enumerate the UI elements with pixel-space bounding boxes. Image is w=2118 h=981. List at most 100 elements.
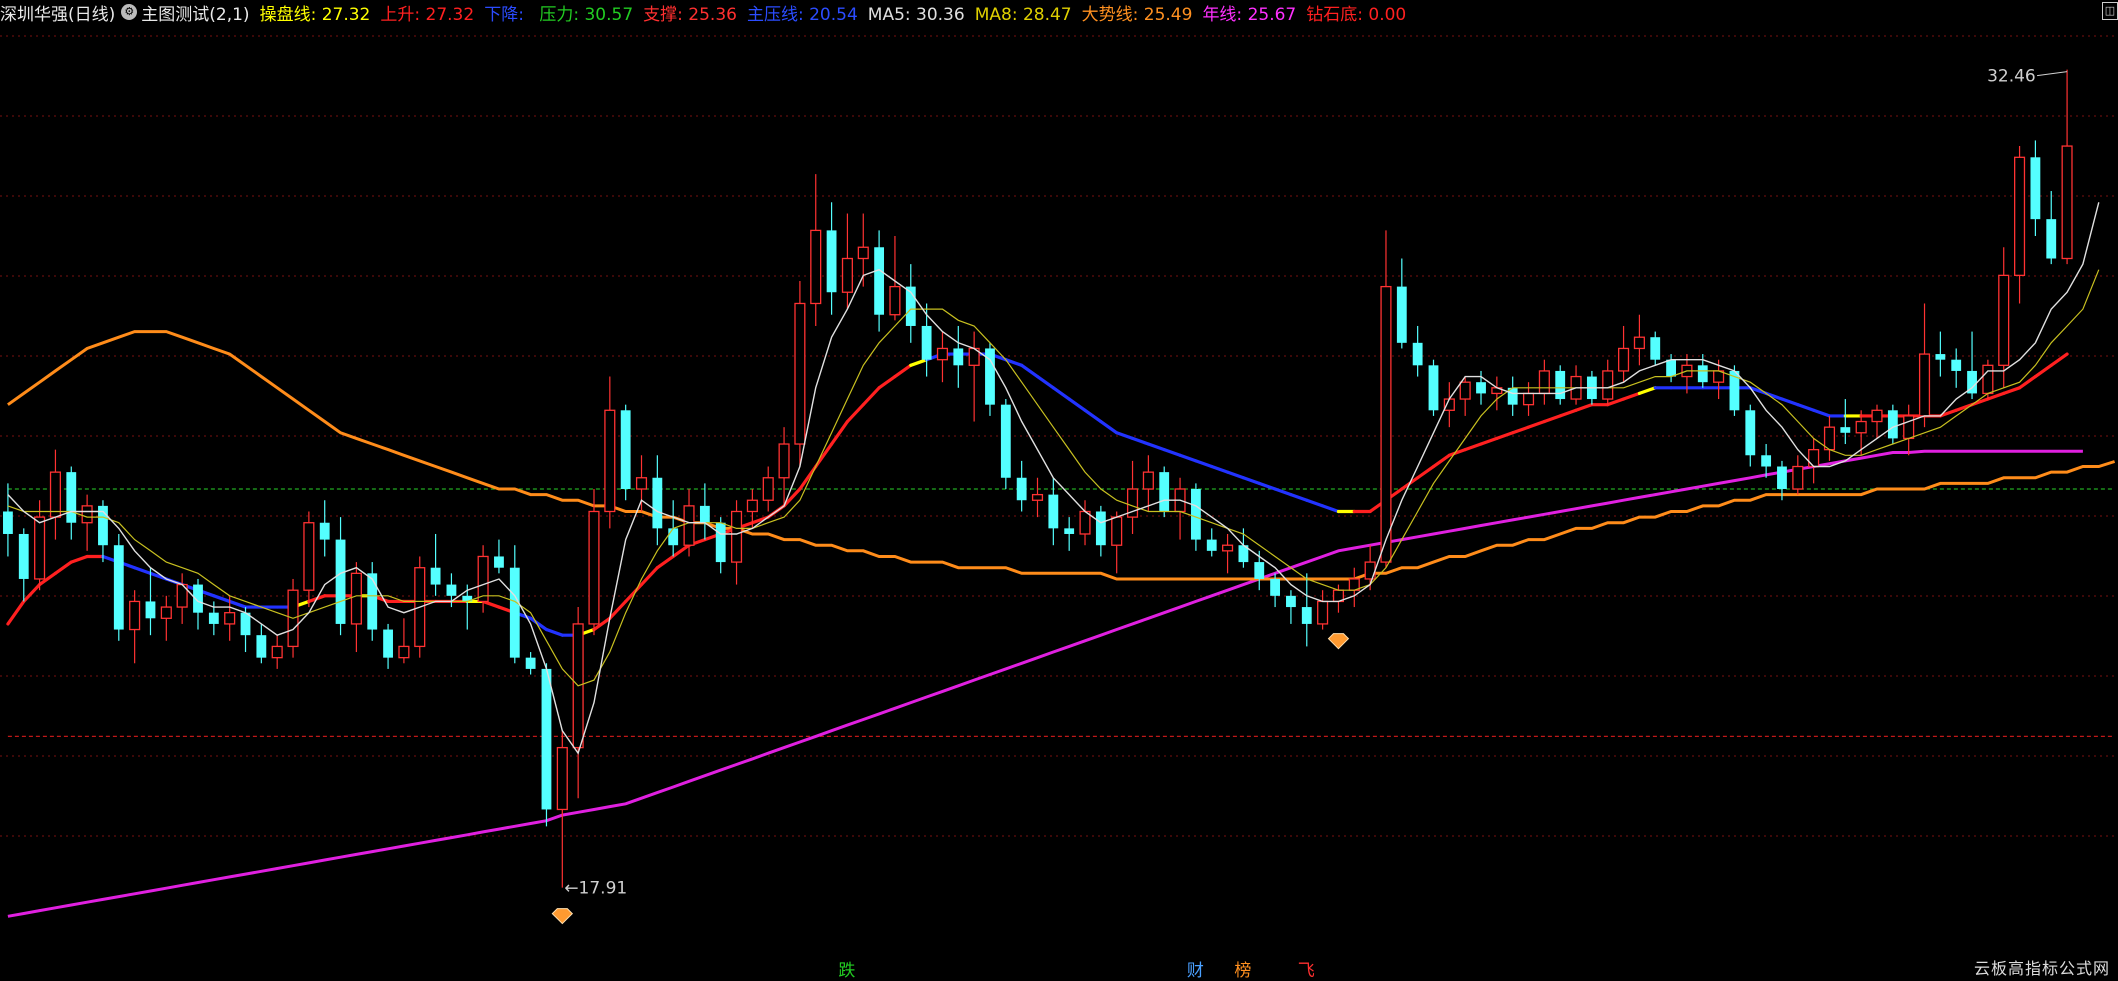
candle-body [477,555,489,603]
trend-segment [1241,476,1261,485]
trend-segment [1511,425,1531,435]
candle-body [1935,354,1946,360]
candle-body [1190,489,1201,540]
candle-body [1761,455,1772,467]
trend-segment [829,419,850,446]
candle-body [1666,359,1676,377]
candle-body [1951,359,1962,371]
min-price-label: ←17.91 [564,879,627,899]
trend-segment [671,543,691,559]
candle-body [2061,145,2073,260]
trend-segment [1812,408,1832,418]
candle-body [1476,382,1486,394]
candle-body [319,522,330,540]
bottom-marker-2: 榜 [1234,961,1251,981]
candle-body [1159,472,1170,512]
candle-body [936,347,949,361]
trend-segment [1225,470,1246,480]
trend-segment [1083,408,1103,424]
trend-segment [1210,464,1230,474]
trend-segment [53,560,73,575]
candle-body [652,477,663,529]
trend-segment [1606,397,1626,407]
candle-body [1998,274,2010,366]
trend-segment [639,566,659,587]
candle-body [398,645,410,659]
candle-body [1808,448,1820,468]
candle-body [1792,465,1804,490]
trend-segment [1020,363,1040,379]
trend-segment [1558,408,1578,418]
candle-body [1206,539,1217,551]
candle-body [34,516,46,580]
candle-body [1222,544,1234,552]
candle-body [874,247,885,315]
candle-body [1317,600,1329,625]
candle-body [953,348,964,366]
trend-segment [544,627,564,637]
candle-body [1142,471,1154,490]
candle-body [620,410,631,489]
candle-body [715,522,726,563]
trend-segment [1542,414,1562,424]
candle-body [841,257,853,293]
candle-body [1602,370,1614,400]
candle-body [2046,219,2057,259]
candle-body [494,556,504,568]
trend-segment [69,554,89,564]
candle-body [1555,370,1566,400]
candle-body [383,629,393,658]
trend-segment [655,554,675,570]
trend-segment [1067,397,1087,412]
candle-body [367,573,378,630]
candle-body [160,606,172,619]
trend-segment [1637,386,1657,396]
candle-body [240,612,251,636]
candle-body [208,612,219,624]
candle-body [826,230,837,293]
diamond-icon [551,908,574,925]
candle-body [430,567,441,585]
candle-body [1016,477,1027,501]
price-chart[interactable]: 32.46←17.91跌财榜飞涨 [0,0,2118,981]
candle-body [1840,427,1851,433]
candle-body [1745,410,1756,456]
trend-segment [1764,391,1784,401]
trend-segment [1162,448,1182,457]
candle-body [1254,562,1265,579]
candle-body [1095,511,1106,546]
candle-body [2014,156,2026,277]
candle-body [145,601,156,619]
trend-segment [893,363,913,379]
candle-body [1650,337,1661,360]
trend-segment [2033,363,2053,379]
trend-segment [1115,431,1135,441]
trend-segment [1051,386,1071,401]
diamond-icon [1327,633,1350,650]
trend-segment [22,582,42,604]
trend-segment [1194,459,1214,469]
candle-body [541,668,552,810]
candle-body [303,522,315,591]
candle-body [1270,578,1281,596]
bottom-marker-1: 财 [1187,961,1204,981]
trend-segment [1796,403,1816,412]
candle-body [1538,370,1550,395]
trend-segment [481,599,501,609]
trend-segment [1495,431,1515,441]
trend-segment [909,358,929,367]
trend-segment [814,442,834,469]
candle-body [1887,410,1898,439]
trend-segment [1178,453,1198,463]
window-toggle-icon[interactable]: ◫ [2102,2,2118,20]
trend-segment [1986,391,2006,401]
candle-body [1618,347,1630,372]
max-price-label: 32.46 [1987,67,2036,87]
candle-body [224,612,236,625]
trend-segment [845,403,865,424]
candle-body [1633,336,1645,350]
trend-segment [1526,419,1546,429]
candle-body [1871,409,1883,423]
candle-body [1982,364,1994,395]
trend-segment [1970,397,1990,407]
